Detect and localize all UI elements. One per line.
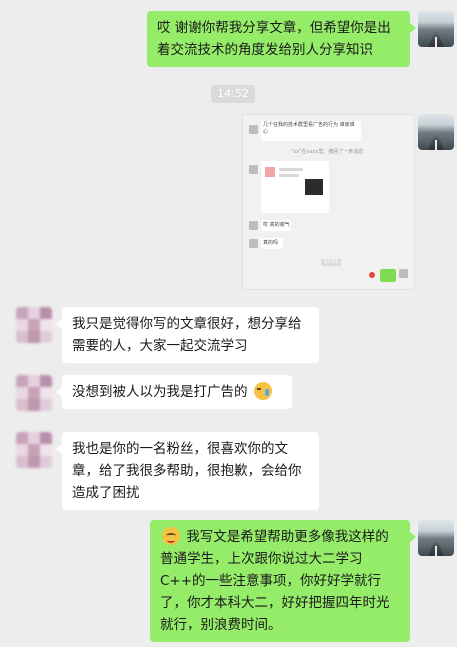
contact-avatar[interactable] — [16, 307, 52, 343]
message-bubble-out[interactable]: 哎 谢谢你帮我分享文章，但希望你是出着交流技术的角度发给别人分享知识 — [147, 11, 416, 67]
smiling-face-icon — [162, 527, 180, 545]
mini-reply: 哎 真的谢气 — [263, 222, 290, 228]
self-avatar[interactable] — [418, 520, 454, 556]
message-text: 我只是觉得你写的文章很好，想分享给需要的人，大家一起交流学习 — [72, 316, 302, 354]
message-text: 我也是你的一名粉丝，很喜欢你的文章，给了我很多帮助，很抱歉，会给你造成了困扰 — [72, 441, 302, 501]
self-avatar[interactable] — [418, 11, 454, 47]
message-text: 没想到被人以为我是打广告的 — [72, 384, 248, 400]
message-bubble-in[interactable]: 没想到被人以为我是打广告的 — [56, 375, 292, 409]
mini-time: 14:51 — [321, 259, 342, 266]
message-bubble-out[interactable]: 我写文是希望帮助更多像我这样的普通学生，上次跟你说过大二学习C++的一些注意事项… — [150, 520, 416, 642]
contact-avatar[interactable] — [16, 375, 52, 411]
message-bubble-in[interactable]: 我也是你的一名粉丝，很喜欢你的文章，给了我很多帮助，很抱歉，会给你造成了困扰 — [56, 432, 319, 510]
mini-reply: 真的吗 — [263, 240, 279, 246]
crying-face-icon — [253, 382, 272, 400]
message-text: 哎 谢谢你帮我分享文章，但希望你是出着交流技术的角度发给别人分享知识 — [157, 20, 391, 58]
mini-text: 几个在我的技术群里看广告的行为 谁家谁心 — [263, 122, 355, 135]
mini-recall-text: "xx"在xxxx里，撤回了一条消息 — [291, 149, 364, 155]
self-avatar[interactable] — [418, 114, 454, 150]
message-bubble-in[interactable]: 我只是觉得你写的文章很好，想分享给需要的人，大家一起交流学习 — [56, 307, 319, 363]
timestamp: 14:52 — [211, 85, 255, 103]
image-message-screenshot[interactable]: 几个在我的技术群里看广告的行为 谁家谁心 "xx"在xxxx里，撤回了一条消息 … — [242, 114, 415, 290]
contact-avatar[interactable] — [16, 432, 52, 468]
message-text: 我写文是希望帮助更多像我这样的普通学生，上次跟你说过大二学习C++的一些注意事项… — [160, 529, 390, 633]
